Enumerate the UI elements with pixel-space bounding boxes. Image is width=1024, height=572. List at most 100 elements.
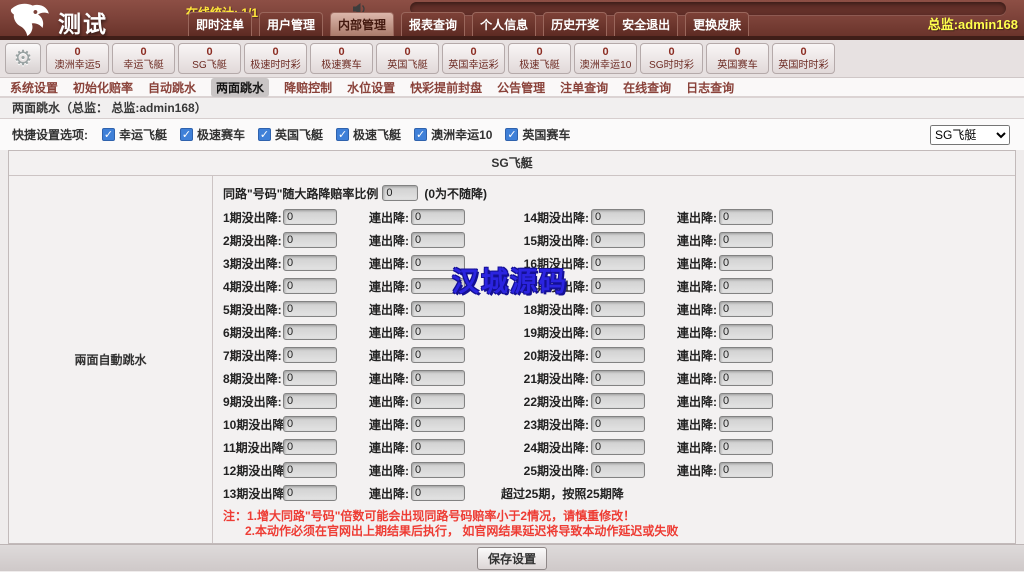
- submenu-item-日志查询[interactable]: 日志查询: [686, 79, 734, 96]
- chain-drop-label: 連出降:: [369, 279, 409, 294]
- period-miss-input[interactable]: [591, 232, 645, 248]
- save-settings-button[interactable]: 保存设置: [476, 546, 547, 570]
- period-miss-input[interactable]: [591, 209, 645, 225]
- quick-option-幸运飞艇[interactable]: ✓ 幸运飞艇: [102, 126, 167, 143]
- menu-item-个人信息[interactable]: 个人信息: [472, 12, 537, 36]
- chain-drop-input[interactable]: [411, 462, 465, 478]
- menu-item-内部管理[interactable]: 内部管理: [330, 12, 395, 36]
- chain-drop-input[interactable]: [411, 232, 465, 248]
- chain-drop-input[interactable]: [719, 416, 773, 432]
- submenu-item-注单查询[interactable]: 注单查询: [560, 79, 608, 96]
- game-tab-SG飞艇[interactable]: 0 SG飞艇: [178, 43, 241, 74]
- menu-item-报表查询[interactable]: 报表查询: [401, 12, 466, 36]
- game-tab-幸运飞艇[interactable]: 0 幸运飞艇: [112, 43, 175, 74]
- menu-item-用户管理[interactable]: 用户管理: [259, 12, 324, 36]
- period-miss-input[interactable]: [591, 324, 645, 340]
- game-tab-count: 0: [404, 46, 411, 58]
- chain-drop-input[interactable]: [719, 209, 773, 225]
- quick-option-极速赛车[interactable]: ✓ 极速赛车: [180, 126, 245, 143]
- checkbox-icon[interactable]: ✓: [505, 128, 519, 141]
- period-miss-input[interactable]: [283, 485, 337, 501]
- period-miss-input[interactable]: [283, 347, 337, 363]
- menu-item-历史开奖[interactable]: 历史开奖: [543, 12, 608, 36]
- period-miss-input[interactable]: [591, 278, 645, 294]
- period-miss-input[interactable]: [283, 278, 337, 294]
- game-tab-极速飞艇[interactable]: 0 极速飞艇: [508, 43, 571, 74]
- period-miss-input[interactable]: [283, 462, 337, 478]
- period-miss-input[interactable]: [591, 255, 645, 271]
- period-miss-input[interactable]: [591, 393, 645, 409]
- chain-drop-input[interactable]: [411, 439, 465, 455]
- period-miss-input[interactable]: [283, 209, 337, 225]
- period-miss-input[interactable]: [283, 439, 337, 455]
- chain-drop-input[interactable]: [411, 416, 465, 432]
- quick-option-英国赛车[interactable]: ✓ 英国赛车: [505, 126, 570, 143]
- chain-drop-input[interactable]: [719, 301, 773, 317]
- checkbox-icon[interactable]: ✓: [180, 128, 194, 141]
- chain-drop-input[interactable]: [719, 278, 773, 294]
- settings-gear-button[interactable]: ⚙: [5, 43, 41, 74]
- chain-drop-input[interactable]: [411, 370, 465, 386]
- period-miss-input[interactable]: [591, 439, 645, 455]
- game-tab-澳洲幸运5[interactable]: 0 澳洲幸运5: [46, 43, 109, 74]
- checkbox-label: 澳洲幸运10: [431, 128, 493, 142]
- period-miss-input[interactable]: [591, 462, 645, 478]
- chain-drop-input[interactable]: [719, 347, 773, 363]
- chain-drop-input[interactable]: [719, 439, 773, 455]
- chain-drop-label: 連出降:: [677, 233, 717, 248]
- game-tab-英国赛车[interactable]: 0 英国赛车: [706, 43, 769, 74]
- submenu-item-降赔控制[interactable]: 降赔控制: [284, 79, 332, 96]
- submenu-item-水位设置[interactable]: 水位设置: [347, 79, 395, 96]
- period-miss-input[interactable]: [591, 347, 645, 363]
- checkbox-icon[interactable]: ✓: [336, 128, 350, 141]
- submenu-item-初始化赔率[interactable]: 初始化赔率: [73, 79, 133, 96]
- period-miss-input[interactable]: [283, 393, 337, 409]
- chain-drop-input[interactable]: [719, 255, 773, 271]
- chain-drop-input[interactable]: [719, 462, 773, 478]
- game-tab-澳洲幸运10[interactable]: 0 澳洲幸运10: [574, 43, 637, 74]
- chain-drop-input[interactable]: [411, 393, 465, 409]
- period-miss-input[interactable]: [283, 232, 337, 248]
- submenu-item-快彩提前封盘[interactable]: 快彩提前封盘: [410, 79, 482, 96]
- menu-item-更换皮肤[interactable]: 更换皮肤: [685, 12, 750, 36]
- game-tab-英国飞艇[interactable]: 0 英国飞艇: [376, 43, 439, 74]
- checkbox-icon[interactable]: ✓: [258, 128, 272, 141]
- submenu-item-公告管理[interactable]: 公告管理: [497, 79, 545, 96]
- submenu-item-在线查询[interactable]: 在线查询: [623, 79, 671, 96]
- menu-item-即时注单[interactable]: 即时注单: [188, 12, 253, 36]
- chain-drop-input[interactable]: [411, 485, 465, 501]
- game-tab-极速赛车[interactable]: 0 极速赛车: [310, 43, 373, 74]
- chain-drop-input[interactable]: [411, 301, 465, 317]
- game-tab-英国时时彩[interactable]: 0 英国时时彩: [772, 43, 835, 74]
- period-miss-input[interactable]: [591, 416, 645, 432]
- submenu-item-系统设置[interactable]: 系统设置: [10, 79, 58, 96]
- submenu-item-两面跳水[interactable]: 两面跳水: [211, 77, 270, 97]
- game-tab-极速时时彩[interactable]: 0 极速时时彩: [244, 43, 307, 74]
- game-select[interactable]: SG飞艇: [930, 125, 1010, 145]
- quick-option-英国飞艇[interactable]: ✓ 英国飞艇: [258, 126, 323, 143]
- chain-drop-label: 連出降:: [369, 440, 409, 455]
- chain-drop-input[interactable]: [719, 393, 773, 409]
- chain-drop-input[interactable]: [411, 209, 465, 225]
- period-miss-input[interactable]: [283, 255, 337, 271]
- chain-drop-input[interactable]: [719, 324, 773, 340]
- chain-drop-input[interactable]: [719, 232, 773, 248]
- period-miss-input[interactable]: [591, 370, 645, 386]
- chain-drop-input[interactable]: [411, 347, 465, 363]
- quick-option-澳洲幸运10[interactable]: ✓ 澳洲幸运10: [414, 126, 492, 143]
- quick-option-极速飞艇[interactable]: ✓ 极速飞艇: [336, 126, 401, 143]
- period-miss-input[interactable]: [283, 370, 337, 386]
- checkbox-icon[interactable]: ✓: [102, 128, 115, 141]
- period-miss-input[interactable]: [283, 324, 337, 340]
- chain-drop-input[interactable]: [411, 324, 465, 340]
- submenu-item-自动跳水[interactable]: 自动跳水: [148, 79, 196, 96]
- chain-drop-input[interactable]: [719, 370, 773, 386]
- period-miss-input[interactable]: [283, 416, 337, 432]
- game-tab-SG时时彩[interactable]: 0 SG时时彩: [640, 43, 703, 74]
- period-miss-input[interactable]: [283, 301, 337, 317]
- ratio-input[interactable]: [382, 185, 419, 201]
- game-tab-英国幸运彩[interactable]: 0 英国幸运彩: [442, 43, 505, 74]
- checkbox-icon[interactable]: ✓: [414, 128, 428, 141]
- period-miss-input[interactable]: [591, 301, 645, 317]
- menu-item-安全退出[interactable]: 安全退出: [614, 12, 679, 36]
